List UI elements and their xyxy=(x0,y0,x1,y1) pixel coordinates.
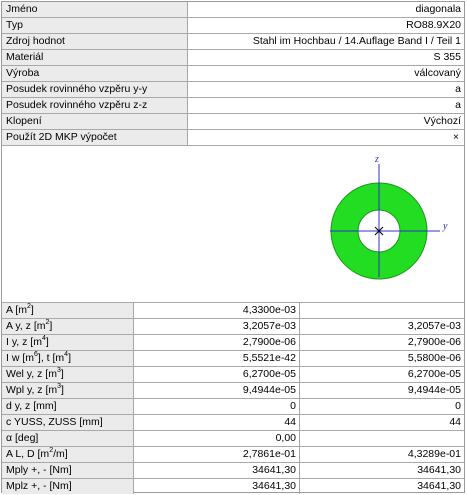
property-value[interactable]: válcovaný xyxy=(188,66,464,81)
section-value-1[interactable]: 44 xyxy=(134,415,300,430)
section-label: Wpl y, z [m3] xyxy=(2,383,134,398)
section-value-1[interactable]: 3,2057e-03 xyxy=(134,319,300,334)
property-label: Jméno xyxy=(2,2,188,17)
section-value-2[interactable]: 6,2700e-05 xyxy=(300,367,464,382)
section-value-2[interactable]: 9,4944e-05 xyxy=(300,383,464,398)
section-row-shear-area[interactable]: A y, z [m2] 3,2057e-03 3,2057e-03 xyxy=(2,319,464,335)
y-axis-label: y xyxy=(442,221,448,232)
section-row-angle[interactable]: α [deg] 0,00 xyxy=(2,431,464,447)
section-label: c YUSS, ZUSS [mm] xyxy=(2,415,134,430)
section-value-2[interactable]: 5,5800e-06 xyxy=(300,351,464,366)
section-value-1[interactable]: 0,00 xyxy=(134,431,300,446)
property-value[interactable]: Výchozí xyxy=(188,114,464,129)
property-label: Použít 2D MKP výpočet xyxy=(2,130,188,145)
section-row-centroid-distance[interactable]: c YUSS, ZUSS [mm] 44 44 xyxy=(2,415,464,431)
property-value[interactable]: RO88.9X20 xyxy=(188,18,464,33)
section-value-1[interactable]: 34641,30 xyxy=(134,479,300,494)
property-row-type[interactable]: Typ RO88.9X20 xyxy=(2,18,464,34)
section-row-moment-inertia[interactable]: I y, z [m4] 2,7900e-06 2,7900e-06 xyxy=(2,335,464,351)
section-label: A y, z [m2] xyxy=(2,319,134,334)
property-value[interactable]: a xyxy=(188,82,464,97)
section-label: A L, D [m2/m] xyxy=(2,447,134,462)
property-row-buckling-yy[interactable]: Posudek rovinného vzpěru y-y a xyxy=(2,82,464,98)
cross-section-drawing: y z xyxy=(330,154,448,280)
section-row-area[interactable]: A [m2] 4,3300e-03 xyxy=(2,303,464,319)
section-value-2[interactable] xyxy=(300,303,464,318)
section-value-1[interactable]: 0 xyxy=(134,399,300,414)
property-label: Zdroj hodnot xyxy=(2,34,188,49)
section-value-2[interactable]: 0 xyxy=(300,399,464,414)
section-label: α [deg] xyxy=(2,431,134,446)
section-value-2[interactable]: 34641,30 xyxy=(300,463,464,478)
section-value-2[interactable]: 44 xyxy=(300,415,464,430)
property-label: Typ xyxy=(2,18,188,33)
section-value-1[interactable]: 2,7900e-06 xyxy=(134,335,300,350)
property-value[interactable]: S 355 xyxy=(188,50,464,65)
section-label: I w [m6], t [m4] xyxy=(2,351,134,366)
cross-section-preview: y z xyxy=(2,147,464,303)
section-label: I y, z [m4] xyxy=(2,335,134,350)
section-row-elastic-modulus[interactable]: Wel y, z [m3] 6,2700e-05 6,2700e-05 xyxy=(2,367,464,383)
section-value-2[interactable]: 4,3289e-01 xyxy=(300,447,464,462)
property-row-fabrication[interactable]: Výroba válcovaný xyxy=(2,66,464,82)
property-row-lateral-torsional[interactable]: Klopení Výchozí xyxy=(2,114,464,130)
property-value[interactable]: diagonala xyxy=(188,2,464,17)
section-row-plastic-moment-y[interactable]: Mply +, - [Nm] 34641,30 34641,30 xyxy=(2,463,464,479)
z-axis-label: z xyxy=(374,154,379,165)
property-value[interactable]: Stahl im Hochbau / 14.Auflage Band I / T… xyxy=(188,34,464,49)
property-label: Posudek rovinného vzpěru y-y xyxy=(2,82,188,97)
section-row-warping-torsion[interactable]: I w [m6], t [m4] 5,5521e-42 5,5800e-06 xyxy=(2,351,464,367)
section-row-surface-area[interactable]: A L, D [m2/m] 2,7861e-01 4,3289e-01 xyxy=(2,447,464,463)
section-label: Mply +, - [Nm] xyxy=(2,463,134,478)
property-label: Posudek rovinného vzpěru z-z xyxy=(2,98,188,113)
section-value-1[interactable]: 4,3300e-03 xyxy=(134,303,300,318)
section-value-1[interactable]: 2,7861e-01 xyxy=(134,447,300,462)
property-value-checkbox[interactable]: × xyxy=(188,130,464,145)
section-value-1[interactable]: 6,2700e-05 xyxy=(134,367,300,382)
property-row-name[interactable]: Jméno diagonala xyxy=(2,2,464,18)
section-label: A [m2] xyxy=(2,303,134,318)
section-value-2[interactable]: 3,2057e-03 xyxy=(300,319,464,334)
section-value-1[interactable]: 5,5521e-42 xyxy=(134,351,300,366)
property-label: Výroba xyxy=(2,66,188,81)
section-value-1[interactable]: 9,4944e-05 xyxy=(134,383,300,398)
section-row-plastic-moment-z[interactable]: Mplz +, - [Nm] 34641,30 34641,30 xyxy=(2,479,464,495)
section-label: Mplz +, - [Nm] xyxy=(2,479,134,494)
cross-section-properties-panel: Jméno diagonala Typ RO88.9X20 Zdroj hodn… xyxy=(1,1,465,495)
property-row-buckling-zz[interactable]: Posudek rovinného vzpěru z-z a xyxy=(2,98,464,114)
section-value-1[interactable]: 34641,30 xyxy=(134,463,300,478)
property-label: Klopení xyxy=(2,114,188,129)
section-row-offset[interactable]: d y, z [mm] 0 0 xyxy=(2,399,464,415)
section-value-2[interactable]: 2,7900e-06 xyxy=(300,335,464,350)
property-row-source[interactable]: Zdroj hodnot Stahl im Hochbau / 14.Aufla… xyxy=(2,34,464,50)
property-row-use-2d-fem[interactable]: Použít 2D MKP výpočet × xyxy=(2,130,464,146)
section-value-2[interactable] xyxy=(300,431,464,446)
property-label: Materiál xyxy=(2,50,188,65)
section-row-plastic-modulus[interactable]: Wpl y, z [m3] 9,4944e-05 9,4944e-05 xyxy=(2,383,464,399)
section-label: d y, z [mm] xyxy=(2,399,134,414)
property-value[interactable]: a xyxy=(188,98,464,113)
section-value-2[interactable]: 34641,30 xyxy=(300,479,464,494)
section-label: Wel y, z [m3] xyxy=(2,367,134,382)
property-row-material[interactable]: Materiál S 355 xyxy=(2,50,464,66)
